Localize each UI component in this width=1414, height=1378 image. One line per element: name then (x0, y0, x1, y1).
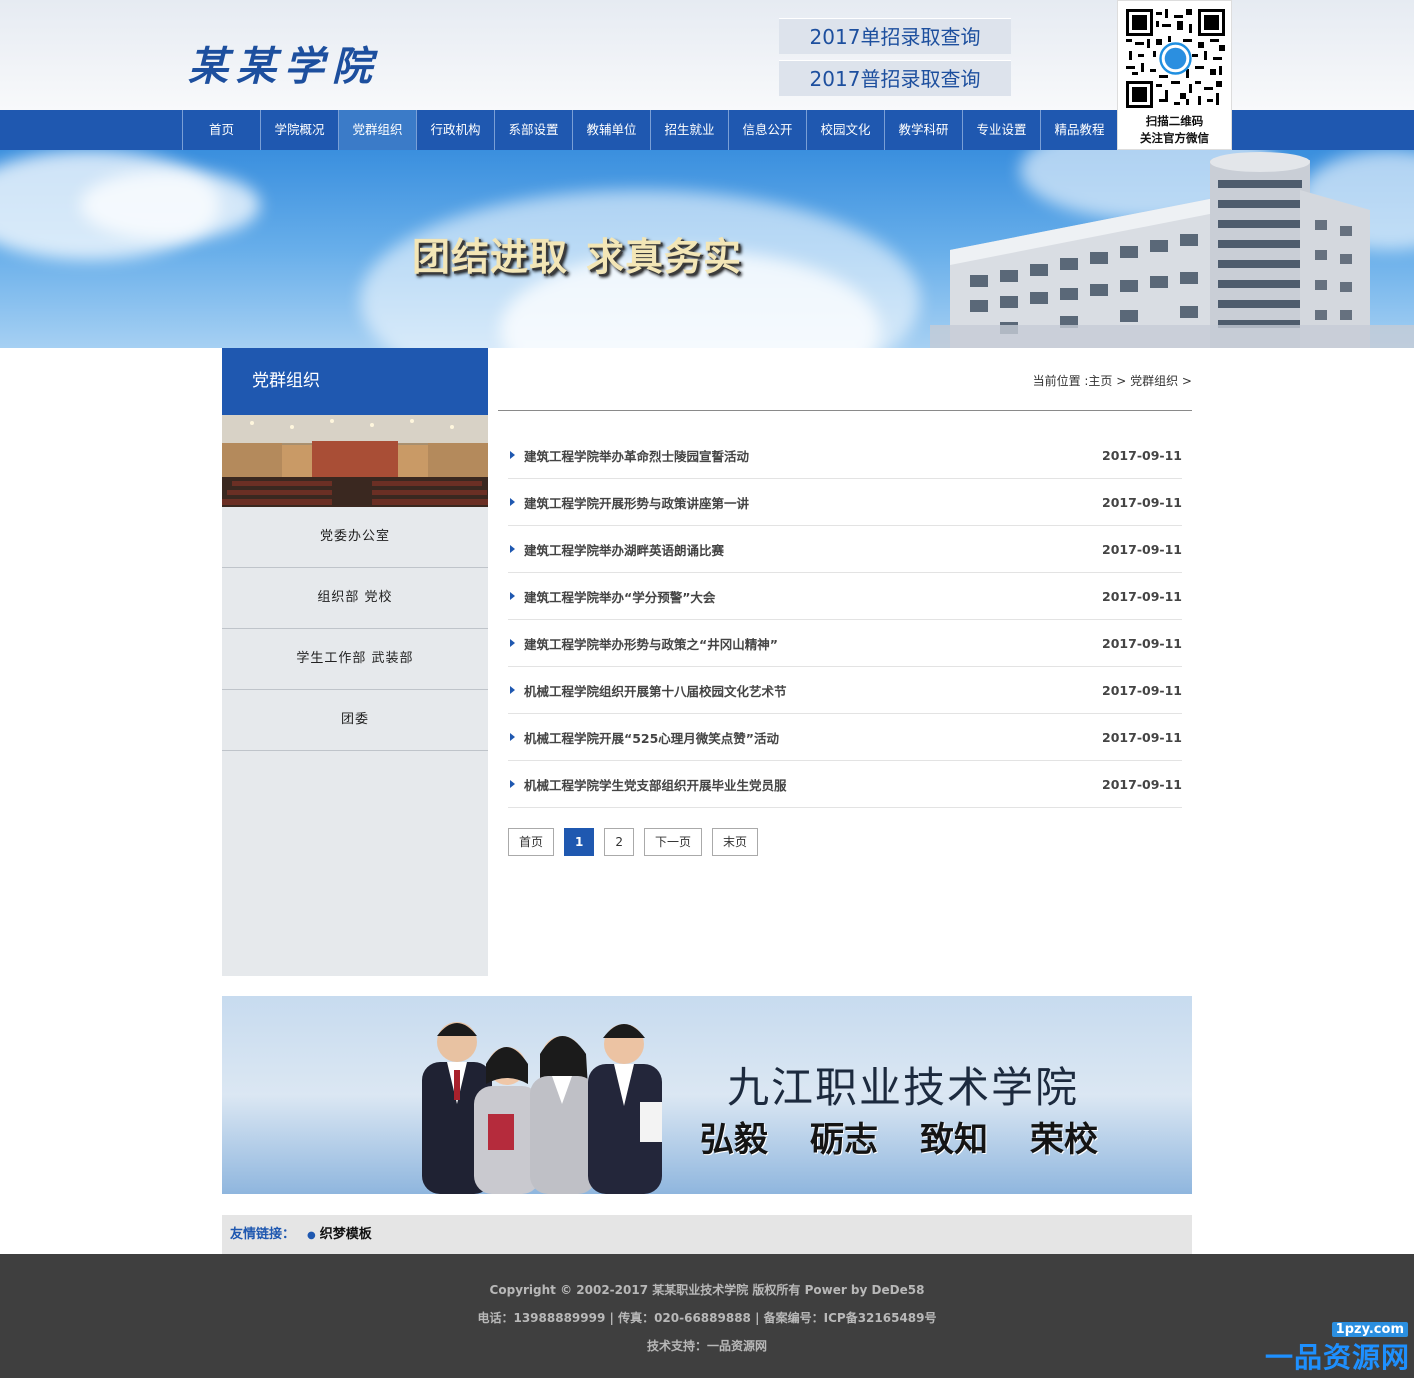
qr-caption-line2: 关注官方微信 (1140, 131, 1209, 145)
sidebar-item-0[interactable]: 党委办公室 (222, 507, 488, 568)
site-logo[interactable]: 某某学院 (188, 34, 380, 92)
friend-link-dedemodel[interactable]: 织梦模板 (320, 1227, 372, 1242)
news-row[interactable]: 建筑工程学院举办湖畔英语朗诵比赛 2017-09-11 (508, 526, 1182, 573)
pager-page-2-button[interactable]: 2 (604, 828, 635, 856)
news-title[interactable]: 建筑工程学院举办形势与政策之“井冈山精神” (524, 634, 1102, 653)
cloud-shape (80, 170, 260, 240)
footer-copyright: Copyright © 2002-2017 某某职业技术学院 版权所有 Powe… (489, 1283, 925, 1297)
nav-item-8[interactable]: 校园文化 (806, 110, 884, 150)
qr-caption-line1: 扫描二维码 (1145, 114, 1204, 128)
nav-item-2[interactable]: 党群组织 (338, 110, 416, 150)
news-row[interactable]: 建筑工程学院举办革命烈士陵园宣誓活动 2017-09-11 (508, 432, 1182, 479)
nav-item-3[interactable]: 行政机构 (416, 110, 494, 150)
nav-items: 首页 学院概况 党群组织 行政机构 系部设置 教辅单位 招生就业 信息公开 校园文化 教学科研 专业… (182, 110, 1118, 150)
campus-building-illustration (930, 152, 1414, 348)
news-list: 建筑工程学院举办革命烈士陵园宣誓活动 2017-09-11 建筑工程学院开展形势与政… (508, 432, 1182, 808)
sidebar-title: 党群组织 (222, 348, 488, 415)
main-content: 当前位置 :主页 > 党群组织 > 建筑工程学院举办革命烈士陵园宣誓活动 2017… (498, 348, 1192, 976)
students-illustration (422, 1022, 662, 1194)
wechat-qr-panel: 扫描二维码 关注官方微信 (1117, 0, 1232, 150)
triangle-bullet-icon (510, 592, 515, 600)
triangle-bullet-icon (510, 780, 515, 788)
triangle-bullet-icon (510, 451, 515, 459)
pager-last-button[interactable]: 末页 (712, 828, 759, 856)
triangle-bullet-icon (510, 498, 515, 506)
nav-item-11[interactable]: 精品教程 (1040, 110, 1118, 150)
bullet-icon: ● (307, 1230, 316, 1241)
nav-item-0[interactable]: 首页 (182, 110, 260, 150)
watermark-logo: 1pzy.com 一品资源网 (1194, 1318, 1414, 1378)
nav-item-9[interactable]: 教学科研 (884, 110, 962, 150)
sidebar-item-2[interactable]: 学生工作部 武装部 (222, 629, 488, 690)
auditorium-illustration (222, 415, 488, 507)
triangle-bullet-icon (510, 639, 515, 647)
sidebar: 党群组织 党委办公室 组织部 党校 学生工作部 武装部 团委 (222, 348, 488, 976)
nav-item-7[interactable]: 信息公开 (728, 110, 806, 150)
triangle-bullet-icon (510, 733, 515, 741)
sidebar-item-3[interactable]: 团委 (222, 690, 488, 751)
nav-item-1[interactable]: 学院概况 (260, 110, 338, 150)
nav-item-5[interactable]: 教辅单位 (572, 110, 650, 150)
pager-page-1-button[interactable]: 1 (564, 828, 595, 856)
news-row[interactable]: 建筑工程学院举办“学分预警”大会 2017-09-11 (508, 573, 1182, 620)
promo-motto-3: 致知 (920, 1120, 988, 1160)
news-title[interactable]: 机械工程学院组织开展第十八届校园文化艺术节 (524, 681, 1102, 700)
news-date: 2017-09-11 (1102, 447, 1182, 463)
nav-item-4[interactable]: 系部设置 (494, 110, 572, 150)
auditorium-photo (222, 415, 488, 507)
news-date: 2017-09-11 (1102, 588, 1182, 604)
friend-links: 友情链接： ● 织梦模板 (222, 1215, 1192, 1254)
qr-caption: 扫描二维码 关注官方微信 (1118, 113, 1231, 147)
friend-links-label: 友情链接： (230, 1227, 296, 1242)
news-title[interactable]: 建筑工程学院开展形势与政策讲座第一讲 (524, 493, 1102, 512)
news-row[interactable]: 建筑工程学院举办形势与政策之“井冈山精神” 2017-09-11 (508, 620, 1182, 667)
news-date: 2017-09-11 (1102, 729, 1182, 745)
news-row[interactable]: 机械工程学院组织开展第十八届校园文化艺术节 2017-09-11 (508, 667, 1182, 714)
news-date: 2017-09-11 (1102, 541, 1182, 557)
news-title[interactable]: 建筑工程学院举办革命烈士陵园宣誓活动 (524, 446, 1102, 465)
banner-slogan-left: 团结进取 (412, 234, 569, 279)
news-date: 2017-09-11 (1102, 682, 1182, 698)
general-admission-query-button[interactable]: 2017普招录取查询 (779, 60, 1011, 96)
news-row[interactable]: 机械工程学院学生党支部组织开展毕业生党员服 2017-09-11 (508, 761, 1182, 808)
promo-motto-2: 砺志 (810, 1120, 878, 1160)
sidebar-menu: 党委办公室 组织部 党校 学生工作部 武装部 团委 (222, 507, 488, 751)
watermark-domain: 1pzy.com (1331, 1322, 1408, 1337)
news-title[interactable]: 机械工程学院开展“525心理月微笑点赞”活动 (524, 728, 1102, 747)
breadcrumb: 当前位置 :主页 > 党群组织 > (1032, 374, 1192, 388)
promo-motto-1: 弘毅 (700, 1120, 768, 1160)
promo-title: 九江职业技术学院 (727, 1063, 1080, 1112)
news-date: 2017-09-11 (1102, 776, 1182, 792)
news-title[interactable]: 机械工程学院学生党支部组织开展毕业生党员服 (524, 775, 1102, 794)
news-row[interactable]: 建筑工程学院开展形势与政策讲座第一讲 2017-09-11 (508, 479, 1182, 526)
promo-motto-4: 荣校 (1030, 1120, 1098, 1160)
nav-item-6[interactable]: 招生就业 (650, 110, 728, 150)
pager-first-button[interactable]: 首页 (508, 828, 555, 856)
news-title[interactable]: 建筑工程学院举办“学分预警”大会 (524, 587, 1102, 606)
news-date: 2017-09-11 (1102, 635, 1182, 651)
hero-banner: 团结进取 求真务实 (0, 150, 1414, 348)
site-footer: Copyright © 2002-2017 某某职业技术学院 版权所有 Powe… (0, 1254, 1414, 1378)
pagination: 首页 1 2 下一页 末页 (508, 828, 768, 856)
triangle-bullet-icon (510, 686, 515, 694)
single-admission-query-button[interactable]: 2017单招录取查询 (779, 18, 1011, 54)
qr-code-icon (1126, 9, 1225, 108)
news-date: 2017-09-11 (1102, 494, 1182, 510)
breadcrumb-divider (498, 410, 1192, 411)
news-title[interactable]: 建筑工程学院举办湖畔英语朗诵比赛 (524, 540, 1102, 559)
banner-slogan-right: 求真务实 (586, 234, 743, 279)
news-row[interactable]: 机械工程学院开展“525心理月微笑点赞”活动 2017-09-11 (508, 714, 1182, 761)
sidebar-item-1[interactable]: 组织部 党校 (222, 568, 488, 629)
triangle-bullet-icon (510, 545, 515, 553)
promo-banner[interactable]: 九江职业技术学院 弘毅 砺志 致知 荣校 (222, 996, 1192, 1194)
pager-next-button[interactable]: 下一页 (644, 828, 703, 856)
watermark-text: 一品资源网 (1264, 1341, 1410, 1374)
nav-item-10[interactable]: 专业设置 (962, 110, 1040, 150)
